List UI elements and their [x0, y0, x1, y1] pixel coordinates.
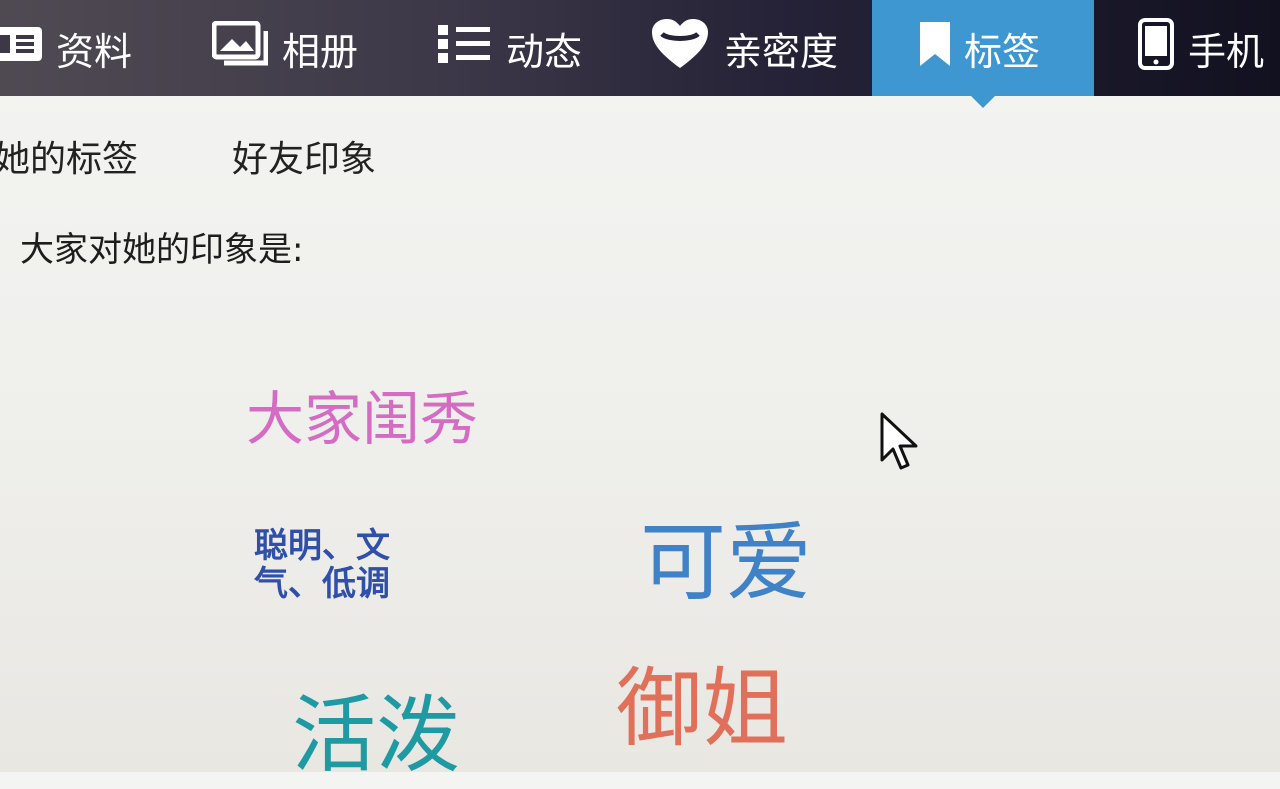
impression-intro: 大家对她的印象是:	[20, 230, 304, 270]
tag-cute[interactable]: 可爱	[640, 492, 812, 617]
tab-mobile[interactable]: 手机	[1138, 0, 1264, 96]
tab-intimacy-label: 亲密度	[724, 29, 839, 74]
tag-yujie[interactable]: 御姐	[616, 638, 788, 763]
top-navigation: 资料 相册 动态 亲密度 标签 手机	[0, 0, 1280, 108]
tag-lively[interactable]: 活泼	[292, 668, 460, 789]
subtab-her-tags[interactable]: 她的标签	[0, 130, 138, 182]
photo-album-icon	[211, 20, 269, 76]
tab-profile[interactable]: 资料	[0, 0, 132, 96]
mouse-cursor-icon	[880, 412, 920, 476]
tab-album-label: 相册	[282, 29, 359, 74]
tab-profile-label: 资料	[56, 29, 133, 74]
bookmark-icon	[920, 21, 950, 75]
heart-icon	[650, 18, 710, 79]
list-icon	[438, 24, 492, 72]
tab-mobile-label: 手机	[1188, 29, 1265, 74]
tab-feed[interactable]: 动态	[438, 0, 582, 96]
mobile-phone-icon	[1138, 17, 1174, 79]
tag-dajia-guixiu[interactable]: 大家闺秀	[246, 372, 478, 456]
tag-smart-quiet[interactable]: 聪明、文气、低调	[254, 527, 424, 603]
profile-card-icon	[0, 26, 42, 70]
subtab-friend-impressions[interactable]: 好友印象	[232, 130, 376, 182]
tab-album[interactable]: 相册	[211, 0, 359, 96]
tab-tags-label: 标签	[964, 29, 1041, 74]
tab-tags[interactable]: 标签	[872, 0, 1094, 108]
tab-feed-label: 动态	[506, 29, 583, 74]
tab-intimacy[interactable]: 亲密度	[650, 0, 838, 96]
